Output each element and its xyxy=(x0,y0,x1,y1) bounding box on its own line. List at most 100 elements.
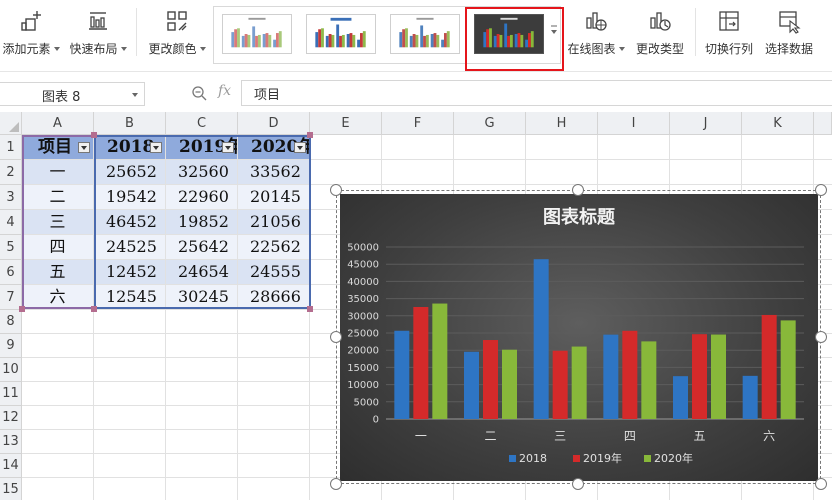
table-row-label[interactable]: 五 xyxy=(22,260,94,285)
cell[interactable] xyxy=(238,478,310,500)
table-row-label[interactable]: 三 xyxy=(22,210,94,235)
chart-resize-handle[interactable] xyxy=(572,184,584,196)
chart-style-thumb-3[interactable] xyxy=(390,14,460,54)
table-value-cell[interactable]: 32560 xyxy=(166,160,238,185)
cell[interactable] xyxy=(94,382,166,406)
name-box[interactable]: 图表 8 xyxy=(0,82,145,106)
cell[interactable] xyxy=(382,160,454,185)
table-value-cell[interactable]: 28666 xyxy=(238,285,310,310)
table-value-cell[interactable]: 22960 xyxy=(166,185,238,210)
cell[interactable] xyxy=(526,160,598,185)
row-header-9[interactable]: 9 xyxy=(0,334,22,358)
table-value-cell[interactable]: 46452 xyxy=(94,210,166,235)
cell[interactable] xyxy=(238,310,310,334)
row-header-2[interactable]: 2 xyxy=(0,160,22,185)
row-header-11[interactable]: 11 xyxy=(0,382,22,406)
cell[interactable] xyxy=(94,478,166,500)
column-header-b[interactable]: B xyxy=(94,112,166,135)
row-header-3[interactable]: 3 xyxy=(0,185,22,210)
table-value-cell[interactable]: 30245 xyxy=(166,285,238,310)
column-header-j[interactable]: J xyxy=(670,112,742,135)
table-value-cell[interactable]: 25652 xyxy=(94,160,166,185)
range-resize-handle[interactable] xyxy=(91,306,97,312)
table-header-cell[interactable]: 项目 xyxy=(22,135,94,160)
cell[interactable] xyxy=(454,160,526,185)
change-color-button[interactable]: 更改颜色 xyxy=(147,6,207,60)
table-value-cell[interactable]: 20145 xyxy=(238,185,310,210)
cell[interactable] xyxy=(238,382,310,406)
cell[interactable] xyxy=(166,310,238,334)
chart-area[interactable]: 图表标题 0 5000 10000 15000 20000 25000 30000 35000 4… xyxy=(340,194,818,481)
cell[interactable] xyxy=(22,478,94,500)
gallery-more-arrow-icon[interactable] xyxy=(549,20,559,40)
range-resize-handle[interactable] xyxy=(307,306,313,312)
cell[interactable] xyxy=(310,135,382,160)
cell[interactable] xyxy=(382,135,454,160)
cell[interactable] xyxy=(598,160,670,185)
cell[interactable] xyxy=(238,430,310,454)
table-value-cell[interactable]: 24525 xyxy=(94,235,166,260)
table-header-cell[interactable]: 2020年 xyxy=(238,135,310,160)
range-resize-handle[interactable] xyxy=(91,132,97,138)
row-header-10[interactable]: 10 xyxy=(0,358,22,382)
table-value-cell[interactable]: 24654 xyxy=(166,260,238,285)
table-value-cell[interactable]: 12545 xyxy=(94,285,166,310)
column-header-e[interactable]: E xyxy=(310,112,382,135)
cell[interactable] xyxy=(94,454,166,478)
cell[interactable] xyxy=(670,135,742,160)
table-value-cell[interactable]: 19852 xyxy=(166,210,238,235)
table-value-cell[interactable]: 19542 xyxy=(94,185,166,210)
add-element-button[interactable]: 添加元素 xyxy=(2,6,60,60)
cell[interactable] xyxy=(166,334,238,358)
filter-dropdown-icon[interactable] xyxy=(294,142,306,153)
cell[interactable] xyxy=(166,406,238,430)
column-header-a[interactable]: A xyxy=(22,112,94,135)
select-data-button[interactable]: 选择数据 xyxy=(760,6,818,60)
cell[interactable] xyxy=(22,382,94,406)
cell[interactable] xyxy=(814,160,832,185)
filter-dropdown-icon[interactable] xyxy=(222,142,234,153)
cell[interactable] xyxy=(742,160,814,185)
table-header-cell[interactable]: 2018 xyxy=(94,135,166,160)
cell[interactable] xyxy=(814,135,832,160)
cell[interactable] xyxy=(526,135,598,160)
chart-resize-handle[interactable] xyxy=(330,478,342,490)
cell[interactable] xyxy=(94,430,166,454)
table-row-label[interactable]: 六 xyxy=(22,285,94,310)
column-header-g[interactable]: G xyxy=(454,112,526,135)
row-header-8[interactable]: 8 xyxy=(0,310,22,334)
chart-resize-handle[interactable] xyxy=(815,478,827,490)
switch-row-col-button[interactable]: 切换行列 xyxy=(702,6,756,60)
table-row-label[interactable]: 二 xyxy=(22,185,94,210)
row-header-12[interactable]: 12 xyxy=(0,406,22,430)
row-header-15[interactable]: 15 xyxy=(0,478,22,500)
row-header-13[interactable]: 13 xyxy=(0,430,22,454)
table-value-cell[interactable]: 21056 xyxy=(238,210,310,235)
chart-resize-handle[interactable] xyxy=(330,331,342,343)
select-all-corner[interactable] xyxy=(0,112,22,135)
cell[interactable] xyxy=(238,334,310,358)
cell[interactable] xyxy=(238,406,310,430)
cell[interactable] xyxy=(238,454,310,478)
cell[interactable] xyxy=(166,382,238,406)
table-value-cell[interactable]: 24555 xyxy=(238,260,310,285)
chart-style-thumb-2[interactable] xyxy=(306,14,376,54)
range-resize-handle[interactable] xyxy=(19,306,25,312)
table-value-cell[interactable]: 12452 xyxy=(94,260,166,285)
cell[interactable] xyxy=(22,334,94,358)
chart-resize-handle[interactable] xyxy=(815,184,827,196)
formula-input[interactable]: 项目 xyxy=(241,80,832,106)
column-header-d[interactable]: D xyxy=(238,112,310,135)
column-header-h[interactable]: H xyxy=(526,112,598,135)
cell[interactable] xyxy=(238,358,310,382)
table-value-cell[interactable]: 25642 xyxy=(166,235,238,260)
column-header-f[interactable]: F xyxy=(382,112,454,135)
chart-resize-handle[interactable] xyxy=(572,478,584,490)
cell[interactable] xyxy=(22,406,94,430)
cell[interactable] xyxy=(22,454,94,478)
chart-resize-handle[interactable] xyxy=(330,184,342,196)
cell[interactable] xyxy=(310,160,382,185)
cell[interactable] xyxy=(166,358,238,382)
table-row-label[interactable]: 四 xyxy=(22,235,94,260)
cell[interactable] xyxy=(94,406,166,430)
